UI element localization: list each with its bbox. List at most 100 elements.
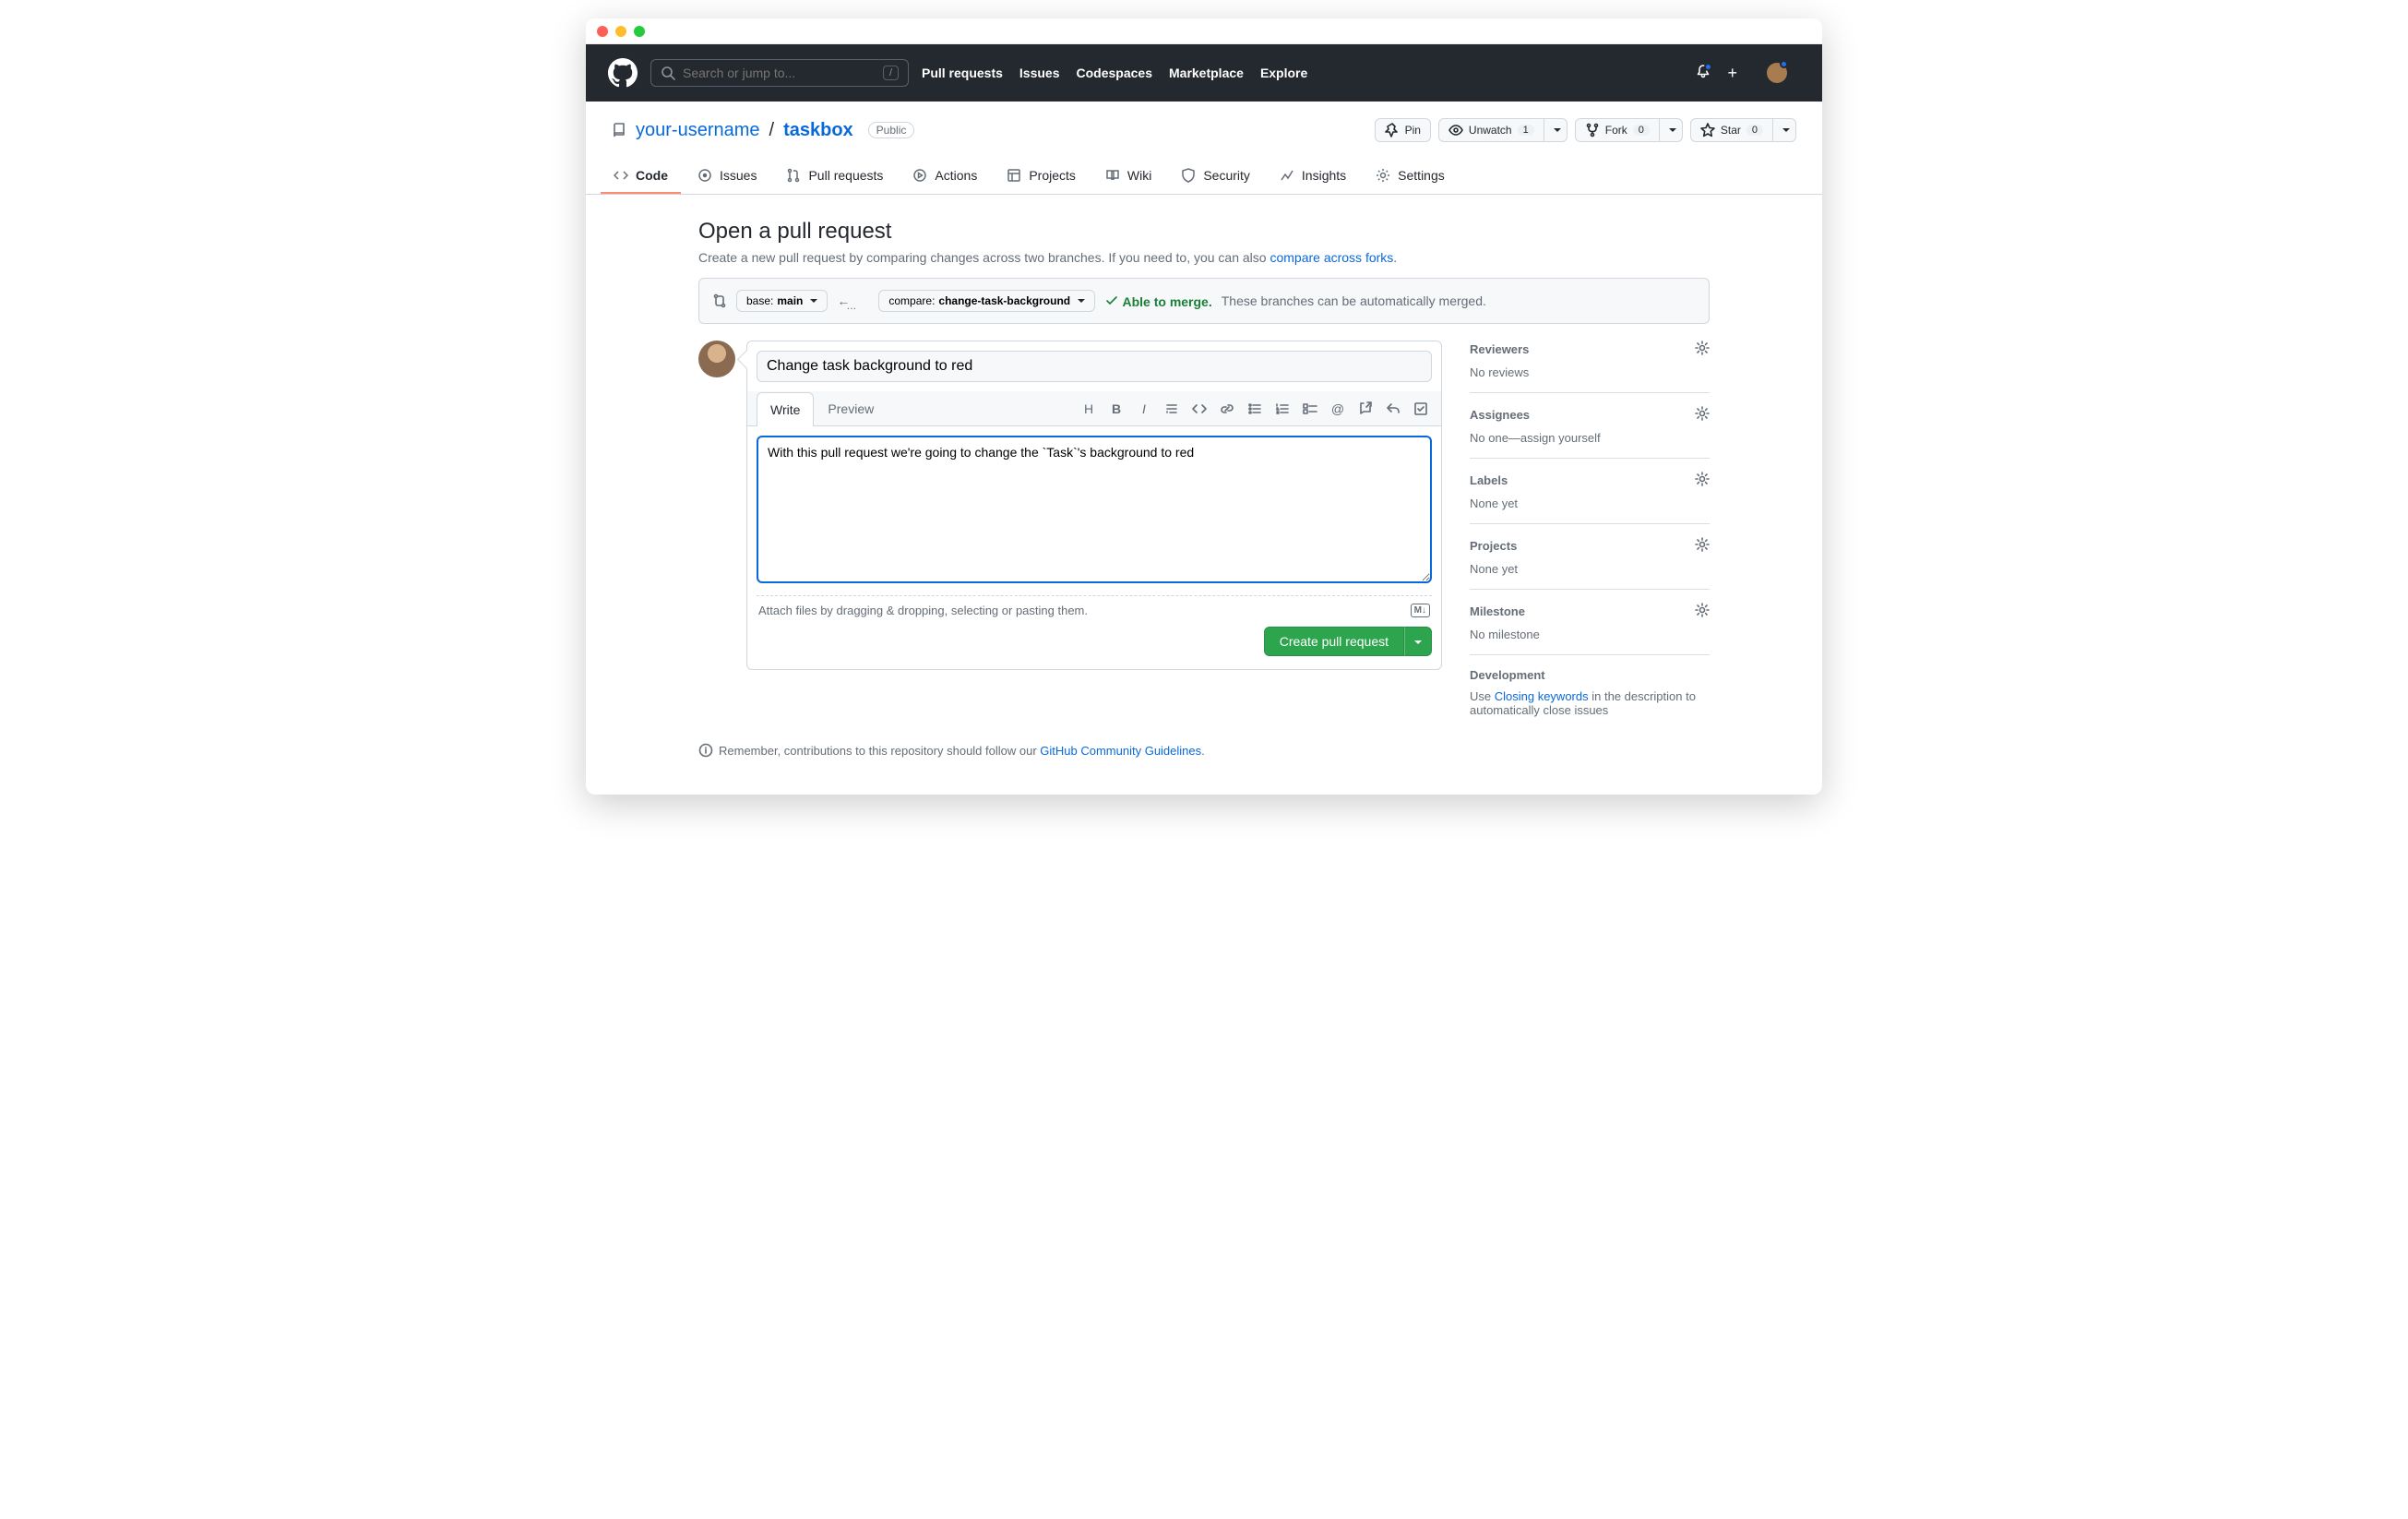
slash-key-hint: /: [883, 66, 899, 80]
pr-body-input[interactable]: [757, 436, 1432, 583]
labels-heading: Labels: [1470, 473, 1508, 487]
tab-preview[interactable]: Preview: [814, 391, 888, 425]
nav-pull-requests[interactable]: Pull requests: [922, 66, 1003, 80]
projects-heading: Projects: [1470, 539, 1517, 553]
assign-yourself-link[interactable]: assign yourself: [1520, 431, 1601, 445]
fork-label: Fork: [1605, 124, 1627, 137]
repo-separator: /: [769, 120, 775, 141]
fork-button[interactable]: Fork 0: [1575, 118, 1660, 142]
window-minimize-icon[interactable]: [615, 26, 626, 37]
quote-icon[interactable]: [1164, 401, 1179, 416]
pin-icon: [1385, 123, 1400, 138]
labels-gear-icon[interactable]: [1695, 472, 1710, 489]
attach-hint[interactable]: Attach files by dragging & dropping, sel…: [757, 595, 1432, 617]
assignees-gear-icon[interactable]: [1695, 406, 1710, 424]
create-new-button[interactable]: +: [1727, 65, 1750, 81]
tab-settings[interactable]: Settings: [1363, 159, 1458, 194]
star-icon: [1700, 123, 1715, 138]
unwatch-button[interactable]: Unwatch 1: [1438, 118, 1544, 142]
tab-issues[interactable]: Issues: [685, 159, 769, 194]
pin-button[interactable]: Pin: [1375, 118, 1431, 142]
page-subtitle: Create a new pull request by comparing c…: [698, 250, 1710, 265]
star-menu[interactable]: [1772, 118, 1796, 142]
development-heading: Development: [1470, 668, 1545, 682]
chevron-down-icon: [1739, 66, 1750, 80]
base-branch-select[interactable]: base: main: [736, 290, 828, 312]
merge-status: Able to merge.: [1104, 293, 1212, 309]
assignees-value: No one—assign yourself: [1470, 431, 1710, 445]
task-list-icon[interactable]: [1303, 401, 1317, 416]
markdown-icon[interactable]: M↓: [1411, 604, 1430, 617]
assignees-heading: Assignees: [1470, 408, 1530, 422]
global-search[interactable]: /: [650, 59, 909, 87]
nav-issues[interactable]: Issues: [1019, 66, 1060, 80]
heading-icon[interactable]: H: [1081, 401, 1096, 416]
notifications-button[interactable]: [1696, 65, 1711, 82]
closing-keywords-link[interactable]: Closing keywords: [1495, 689, 1589, 703]
tab-wiki[interactable]: Wiki: [1092, 159, 1164, 194]
watch-count: 1: [1518, 125, 1534, 136]
tab-code[interactable]: Code: [601, 159, 681, 194]
fork-icon: [1585, 123, 1600, 138]
merge-status-desc: These branches can be automatically merg…: [1222, 293, 1486, 308]
unwatch-menu[interactable]: [1544, 118, 1568, 142]
fork-menu[interactable]: [1659, 118, 1683, 142]
search-input[interactable]: [683, 66, 876, 80]
projects-gear-icon[interactable]: [1695, 537, 1710, 555]
labels-value: None yet: [1470, 496, 1710, 510]
star-button[interactable]: Star 0: [1690, 118, 1773, 142]
unwatch-label: Unwatch: [1469, 124, 1512, 137]
numbered-list-icon[interactable]: [1275, 401, 1290, 416]
git-compare-icon: [712, 293, 727, 308]
create-pr-menu[interactable]: [1404, 627, 1432, 656]
tab-security[interactable]: Security: [1168, 159, 1263, 194]
tab-write[interactable]: Write: [757, 392, 814, 426]
reply-icon[interactable]: [1386, 401, 1401, 416]
check-icon: [1104, 293, 1119, 308]
plus-icon: +: [1727, 65, 1737, 81]
tab-actions[interactable]: Actions: [900, 159, 990, 194]
avatar: [698, 341, 735, 377]
info-icon: [698, 743, 713, 758]
milestone-gear-icon[interactable]: [1695, 603, 1710, 620]
community-guidelines-link[interactable]: GitHub Community Guidelines: [1040, 744, 1201, 758]
milestone-value: No milestone: [1470, 628, 1710, 641]
nav-explore[interactable]: Explore: [1260, 66, 1307, 80]
link-icon[interactable]: [1220, 401, 1234, 416]
eye-icon: [1448, 123, 1463, 138]
projects-value: None yet: [1470, 562, 1710, 576]
milestone-heading: Milestone: [1470, 604, 1525, 618]
suggestion-icon[interactable]: [1413, 401, 1428, 416]
visibility-badge: Public: [868, 122, 915, 138]
create-pr-button[interactable]: Create pull request: [1264, 627, 1404, 656]
user-menu[interactable]: [1767, 63, 1800, 83]
mention-icon[interactable]: @: [1330, 401, 1345, 416]
repo-owner-link[interactable]: your-username: [636, 120, 760, 141]
compare-forks-link[interactable]: compare across forks: [1270, 250, 1393, 265]
bulleted-list-icon[interactable]: [1247, 401, 1262, 416]
repo-name-link[interactable]: taskbox: [783, 120, 853, 141]
tab-projects[interactable]: Projects: [994, 159, 1089, 194]
github-logo-icon[interactable]: [608, 58, 638, 88]
reviewers-gear-icon[interactable]: [1695, 341, 1710, 358]
code-icon[interactable]: [1192, 401, 1207, 416]
star-label: Star: [1721, 124, 1741, 137]
compare-branch-select[interactable]: compare: change-task-background: [878, 290, 1095, 312]
bold-icon[interactable]: B: [1109, 401, 1124, 416]
global-header: / Pull requests Issues Codespaces Market…: [586, 44, 1822, 102]
pr-title-input[interactable]: [757, 351, 1432, 382]
window-close-icon[interactable]: [597, 26, 608, 37]
branch-compare-bar: base: main ← … compare: change-task-back…: [698, 278, 1710, 324]
tab-pull-requests[interactable]: Pull requests: [773, 159, 896, 194]
reviewers-heading: Reviewers: [1470, 342, 1529, 356]
repo-tabs: Code Issues Pull requests Actions Projec…: [586, 159, 1822, 195]
cross-reference-icon[interactable]: [1358, 401, 1373, 416]
chevron-down-icon: [1789, 66, 1800, 80]
repo-icon: [612, 123, 626, 138]
nav-marketplace[interactable]: Marketplace: [1169, 66, 1244, 80]
italic-icon[interactable]: I: [1137, 401, 1151, 416]
page-title: Open a pull request: [698, 219, 1710, 245]
nav-codespaces[interactable]: Codespaces: [1077, 66, 1152, 80]
window-maximize-icon[interactable]: [634, 26, 645, 37]
tab-insights[interactable]: Insights: [1267, 159, 1359, 194]
